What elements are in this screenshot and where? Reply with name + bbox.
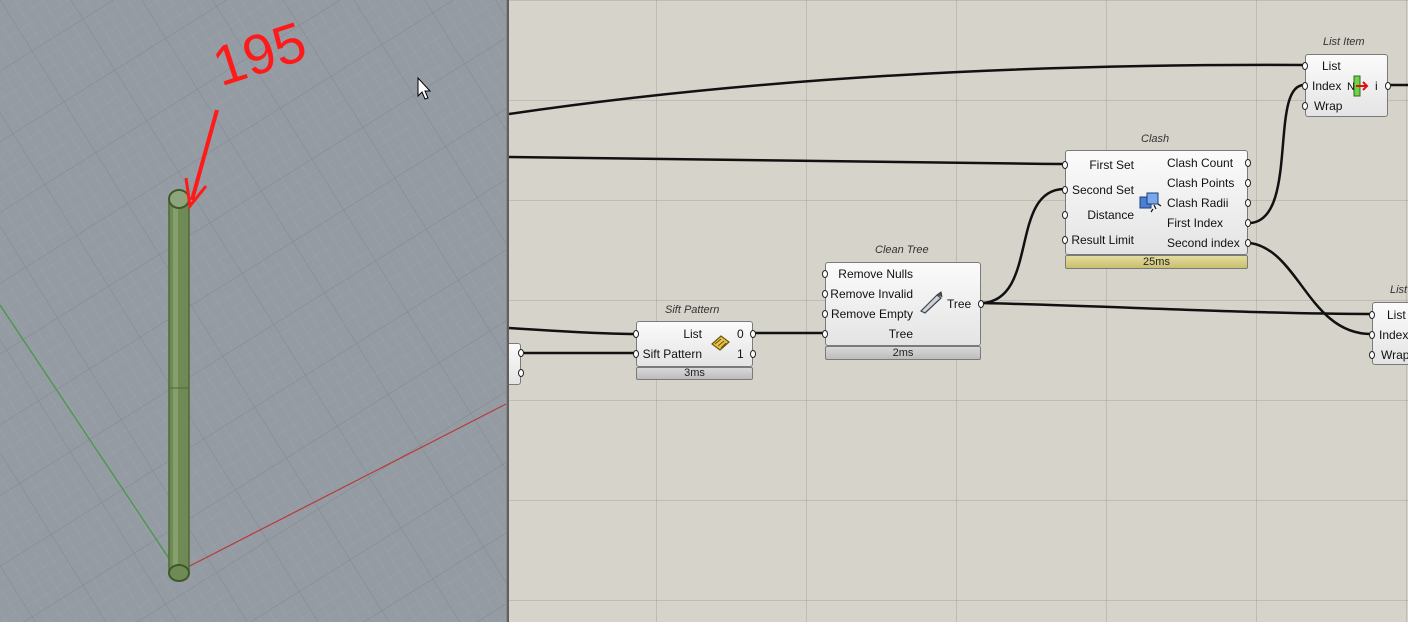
- clash-input-second-set: Second Set: [1071, 183, 1134, 197]
- sift-pattern-title: Sift Pattern: [665, 304, 720, 316]
- clash-output-count: Clash Count: [1167, 156, 1234, 170]
- selected-column[interactable]: [168, 189, 190, 582]
- clash-output-port-second-index[interactable]: [1245, 239, 1251, 247]
- viewport-scene: 195: [0, 0, 506, 622]
- list-item-title: List Item: [1323, 36, 1365, 48]
- clean-tree-input-remove-empty: Remove Empty: [830, 307, 913, 321]
- clash-timing: 25ms: [1065, 255, 1248, 269]
- clash-component[interactable]: First Set Second Set Distance Result Lim…: [1062, 150, 1251, 255]
- clash-icon: [1139, 192, 1162, 213]
- clean-tree-timing: 2ms: [825, 346, 981, 360]
- wire-first-index-to-index: [1249, 83, 1305, 225]
- wire-to-sift-list: [509, 326, 636, 336]
- sift-pattern-component[interactable]: List Sift Pattern 0 1: [633, 321, 756, 367]
- list-item-input-port-wrap[interactable]: [1302, 102, 1308, 110]
- clean-tree-input-remove-nulls: Remove Nulls: [838, 267, 913, 281]
- clean-tree-output-port-tree[interactable]: [978, 300, 984, 308]
- list-item-input-port-index[interactable]: [1302, 82, 1308, 90]
- wire-to-list-item-list: [509, 63, 1305, 116]
- list-item-2-title: List: [1390, 284, 1408, 296]
- clean-tree-input-port-invalid[interactable]: [822, 290, 828, 298]
- partial-output-port[interactable]: [518, 349, 524, 357]
- clean-tree-input-remove-invalid: Remove Invalid: [830, 287, 913, 301]
- list-item-2-input-wrap: Wrap: [1381, 348, 1408, 362]
- major-grid: [0, 0, 506, 622]
- clash-output-port-first-index[interactable]: [1245, 219, 1251, 227]
- clash-input-first-set: First Set: [1089, 158, 1134, 172]
- list-item-output-port-i[interactable]: [1385, 82, 1391, 90]
- clash-input-port-first-set[interactable]: [1062, 161, 1068, 169]
- clash-output-first-index: First Index: [1167, 216, 1224, 230]
- clash-output-port-count[interactable]: [1245, 159, 1251, 167]
- list-item-input-list: List: [1322, 59, 1341, 73]
- clean-tree-input-tree: Tree: [888, 327, 913, 341]
- saw-icon: [919, 291, 943, 314]
- clean-tree-output-tree: Tree: [947, 297, 972, 311]
- clash-input-port-distance[interactable]: [1062, 211, 1068, 219]
- partial-output-port[interactable]: [518, 369, 524, 377]
- clash-output-port-points[interactable]: [1245, 179, 1251, 187]
- clean-tree-input-port-tree[interactable]: [822, 330, 828, 338]
- sift-input-port-list[interactable]: [633, 330, 639, 338]
- sift-output-1: 1: [737, 347, 744, 361]
- list-item-input-index: Index: [1312, 79, 1342, 93]
- clean-tree-input-port-nulls[interactable]: [822, 270, 828, 278]
- rhino-viewport[interactable]: 195: [0, 0, 506, 622]
- list-item-2-input-index: Index: [1379, 328, 1408, 342]
- list-item-2-input-port-index[interactable]: [1369, 331, 1375, 339]
- clash-output-points: Clash Points: [1167, 176, 1235, 190]
- list-item-output-i: i: [1375, 79, 1378, 93]
- clash-title: Clash: [1141, 133, 1170, 145]
- clean-tree-component[interactable]: Remove Nulls Remove Invalid Remove Empty…: [822, 262, 984, 346]
- list-item-input-port-list[interactable]: [1302, 62, 1308, 70]
- sift-pattern-timing: 3ms: [636, 367, 753, 380]
- wire-second-index-to-index: [1249, 241, 1372, 336]
- clash-input-result-limit: Result Limit: [1071, 233, 1134, 247]
- clash-input-distance: Distance: [1087, 208, 1134, 222]
- sift-input-list: List: [683, 327, 702, 341]
- list-item-icon: N: [1347, 75, 1369, 97]
- clash-output-port-radii[interactable]: [1245, 199, 1251, 207]
- list-item-component[interactable]: List Index Wrap N i: [1302, 54, 1391, 117]
- list-item-2-input-list: List: [1387, 308, 1406, 322]
- sift-icon: [711, 335, 730, 351]
- sift-output-0: 0: [737, 327, 744, 341]
- list-item-2-input-port-list[interactable]: [1369, 311, 1375, 319]
- clash-input-port-result-limit[interactable]: [1062, 236, 1068, 244]
- sift-input-sift-pattern: Sift Pattern: [642, 347, 702, 361]
- sift-output-port-1[interactable]: [750, 350, 756, 358]
- clean-tree-title: Clean Tree: [875, 244, 929, 256]
- sift-output-port-0[interactable]: [750, 330, 756, 338]
- partial-component-left[interactable]: [509, 343, 524, 385]
- svg-text:N: N: [1347, 81, 1355, 93]
- list-item-2-input-port-wrap[interactable]: [1369, 351, 1375, 359]
- list-item-input-wrap: Wrap: [1314, 99, 1343, 113]
- sift-input-port-pattern[interactable]: [633, 350, 639, 358]
- wire-clean-tree-to-list: [981, 301, 1372, 316]
- clean-tree-input-port-empty[interactable]: [822, 310, 828, 318]
- list-item-2-component[interactable]: List Index Wrap: [1369, 302, 1408, 365]
- clash-output-second-index: Second index: [1167, 236, 1240, 250]
- wire-to-clash-first-set: [509, 155, 1065, 166]
- grasshopper-canvas[interactable]: Sift Pattern List Sift Pattern 0 1 3ms C…: [509, 0, 1408, 622]
- clash-input-port-second-set[interactable]: [1062, 186, 1068, 194]
- wire-clean-tree-to-clash: [981, 187, 1065, 305]
- clash-output-radii: Clash Radii: [1167, 196, 1229, 210]
